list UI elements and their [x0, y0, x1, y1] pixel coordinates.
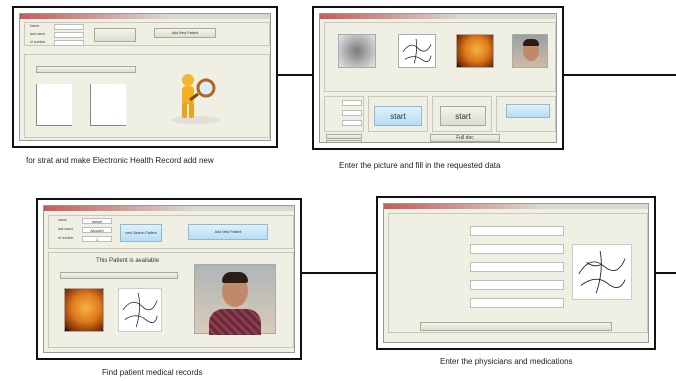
- magnifier-lens: [196, 78, 216, 98]
- vessel-lines: [578, 250, 626, 294]
- field-1[interactable]: [470, 226, 564, 236]
- connector-1-2: [278, 74, 312, 76]
- figure-leg-right: [189, 102, 194, 118]
- save-and-back-button[interactable]: [420, 322, 612, 331]
- connector-2-right: [564, 74, 676, 76]
- field-4[interactable]: [470, 280, 564, 290]
- window-titlebar: [384, 204, 648, 209]
- id-number-field[interactable]: 1: [82, 236, 112, 242]
- name-label: Name: [30, 24, 40, 28]
- search-patient-button[interactable]: new Search Patient: [120, 224, 162, 242]
- processing-button[interactable]: [60, 272, 178, 279]
- show-records-button[interactable]: [36, 66, 136, 73]
- face-photo: [512, 34, 548, 68]
- step3-frame: name farhad last name Alizadeh id number…: [36, 198, 302, 360]
- figure-shadow: [171, 116, 219, 124]
- step4-window: [383, 203, 649, 343]
- field-2[interactable]: [470, 244, 564, 254]
- chart-panel-right: [90, 84, 126, 126]
- patient-status: This Patient is available: [96, 258, 160, 264]
- raw-retina-image: [338, 34, 376, 68]
- connector-4-right: [656, 272, 676, 274]
- last-name-label: last name: [58, 227, 74, 231]
- name-label: name: [58, 218, 67, 222]
- figure-head: [182, 74, 194, 86]
- id-number-label: id number: [58, 236, 74, 240]
- start-label-2: start: [455, 111, 471, 121]
- last-name-field[interactable]: [54, 32, 84, 38]
- start-label-1: start: [390, 111, 406, 121]
- full-doc-button[interactable]: Full doc: [430, 134, 500, 142]
- last-name-field[interactable]: Alizadeh: [82, 227, 112, 233]
- window-titlebar: [320, 14, 556, 19]
- window-titlebar: [20, 14, 270, 19]
- window-titlebar: [44, 206, 294, 211]
- search-figure-illustration: [171, 74, 219, 124]
- name-field[interactable]: [54, 24, 84, 30]
- caption-step4: Enter the physicians and medications: [440, 357, 573, 366]
- figure-leg-left: [182, 102, 187, 118]
- step4-frame: [376, 196, 656, 350]
- name-field[interactable]: farhad: [82, 218, 112, 224]
- search-patient-button[interactable]: [94, 28, 136, 42]
- caption-step3: Find patient medical records: [102, 368, 203, 377]
- field-3[interactable]: [470, 262, 564, 272]
- last-name-label: last name: [30, 32, 46, 36]
- vessel-lines: [122, 292, 158, 328]
- id-number-field[interactable]: [54, 40, 84, 46]
- full-doc-label: Full doc: [456, 135, 474, 141]
- step2-frame: start start Full doc: [312, 6, 564, 150]
- add-new-patient-button[interactable]: Add New Patient: [188, 224, 268, 240]
- data-field-1[interactable]: [342, 100, 362, 106]
- vessel-image: [398, 34, 436, 68]
- step1-frame: Name last name id number Add New Patient: [12, 6, 278, 148]
- connector-4-left: [302, 272, 376, 274]
- photo-hair: [222, 272, 248, 283]
- figure-body: [182, 86, 194, 104]
- start-button-1[interactable]: start: [374, 106, 422, 126]
- save-button[interactable]: [326, 134, 362, 139]
- data-field-3[interactable]: [342, 120, 362, 126]
- caption-step1: for strat and make Electronic Health Rec…: [26, 156, 214, 165]
- field-5[interactable]: [470, 298, 564, 308]
- step2-window: start start Full doc: [319, 13, 557, 143]
- step3-window: name farhad last name Alizadeh id number…: [43, 205, 295, 353]
- eye-original-image: [456, 34, 494, 68]
- result-button[interactable]: [506, 104, 550, 118]
- vessel-lines: [402, 38, 432, 64]
- start-button-2[interactable]: start: [440, 106, 486, 126]
- chart-panel-left: [36, 84, 72, 126]
- patient-photo: [194, 264, 276, 335]
- step1-window: Name last name id number Add New Patient: [19, 13, 271, 141]
- vessel-image: [572, 244, 632, 300]
- vessel-image: [118, 288, 162, 332]
- add-new-patient-button[interactable]: Add New Patient: [154, 28, 216, 38]
- caption-step2: Enter the picture and fill in the reques…: [339, 161, 501, 170]
- data-field-2[interactable]: [342, 110, 362, 116]
- id-number-label: id number: [30, 40, 46, 44]
- photo-shirt: [209, 309, 261, 335]
- close-button[interactable]: [326, 140, 362, 142]
- face-hair: [523, 39, 539, 46]
- eye-image: [64, 288, 104, 332]
